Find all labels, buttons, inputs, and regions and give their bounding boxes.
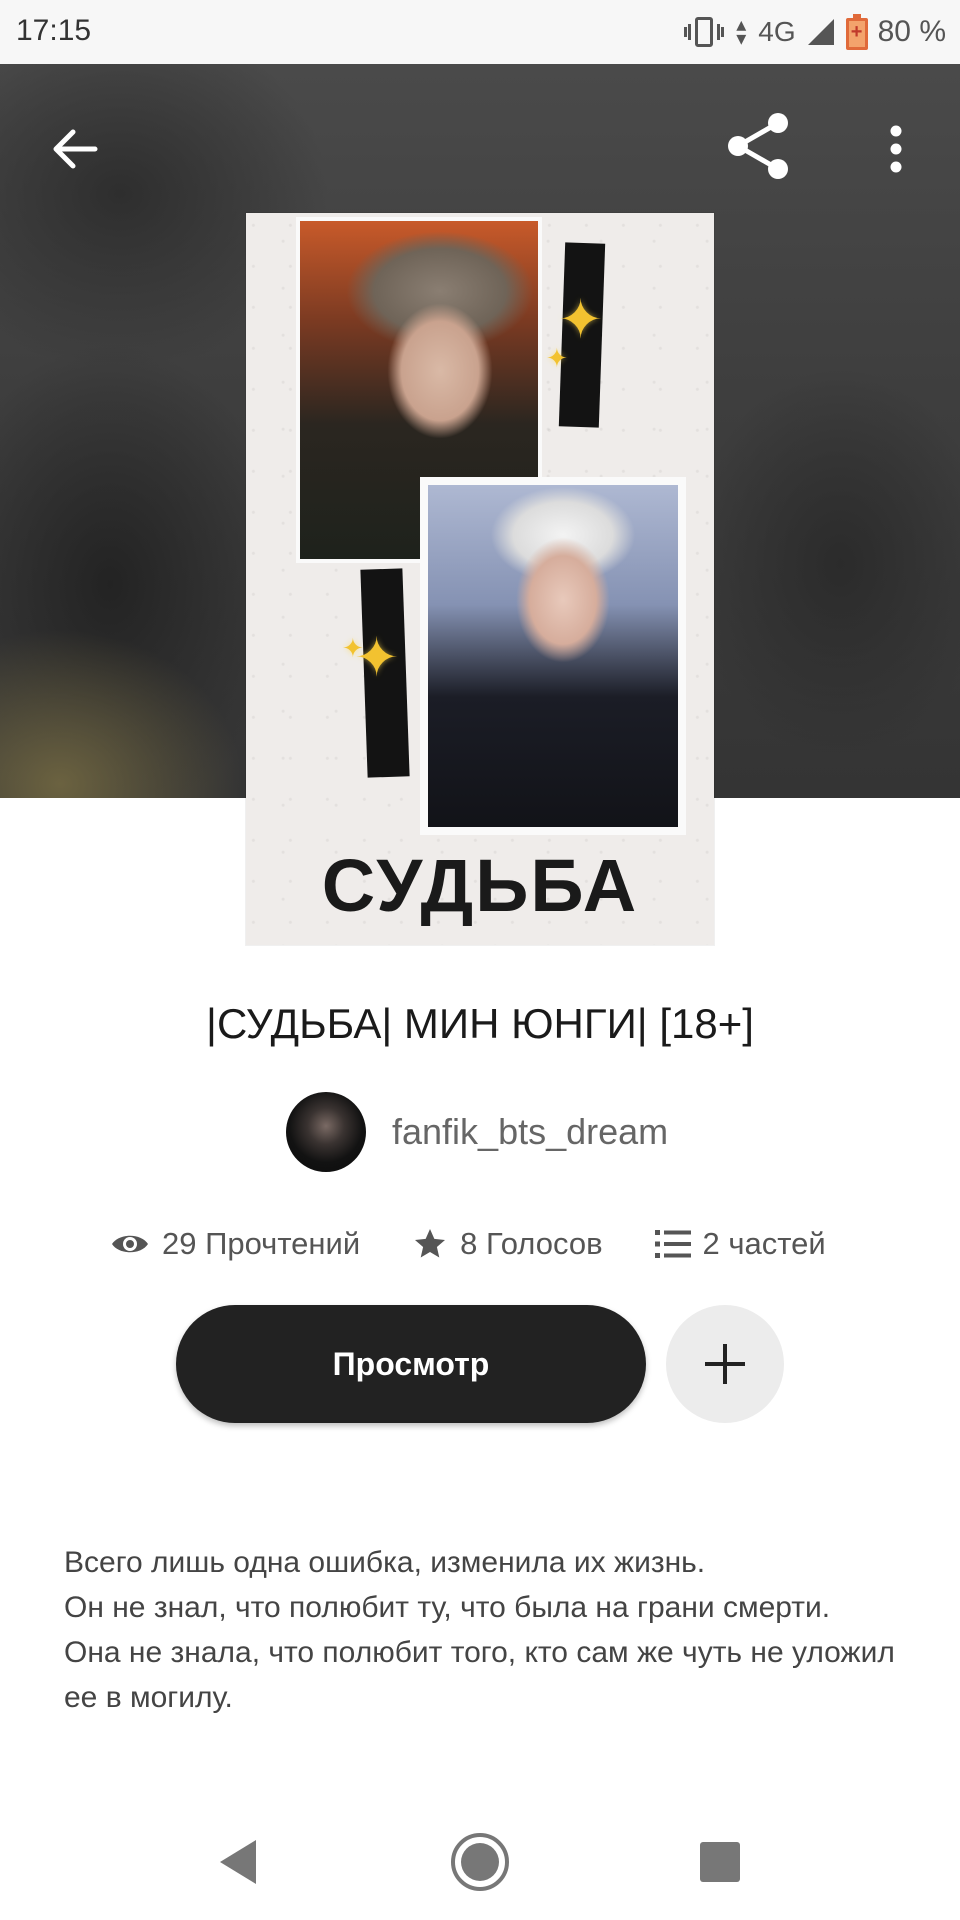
signal-icon [807, 19, 834, 45]
cover-title-text: СУДЬБА [321, 844, 639, 927]
stat-parts: 2 частей [654, 1226, 826, 1262]
reads-count: 29 Прочтений [162, 1226, 361, 1261]
author-avatar[interactable] [286, 1092, 366, 1172]
nav-home-button[interactable] [448, 1830, 512, 1894]
share-button[interactable] [720, 106, 794, 186]
nav-recents-button[interactable] [688, 1830, 752, 1894]
read-button[interactable]: Просмотр [176, 1305, 646, 1423]
star-icon [415, 1229, 446, 1258]
stat-votes: 8 Голосов [412, 1226, 603, 1262]
sparkle-icon: ✦ [342, 633, 364, 663]
description-line: Он не знал, что полюбит ту, что была на … [64, 1591, 831, 1624]
more-vert-icon [890, 125, 902, 173]
battery-icon: + [845, 14, 868, 50]
votes-count: 8 Голосов [460, 1226, 603, 1261]
parts-count: 2 частей [702, 1226, 826, 1261]
arrow-left-icon [53, 129, 98, 169]
nav-recents-icon [700, 1842, 740, 1882]
author-name[interactable]: fanfik_bts_dream [392, 1111, 668, 1153]
back-button[interactable] [40, 114, 110, 184]
author-link[interactable]: fanfik_bts_dream [286, 1092, 668, 1172]
more-options-button[interactable] [868, 114, 924, 184]
sparkle-icon: ✦ [546, 343, 568, 373]
cover-photo-bottom [420, 477, 686, 835]
vibrate-icon [684, 15, 725, 49]
battery-level: 80 % [877, 15, 946, 48]
status-icons: ▴ ▾ 4G + 80 % [684, 10, 946, 54]
nav-back-button[interactable] [206, 1830, 270, 1894]
status-time: 17:15 [16, 14, 92, 47]
description-line: Всего лишь одна ошибка, изменила их жизн… [64, 1546, 706, 1579]
description-line: Она не знала, что полюбит того, кто сам … [64, 1636, 895, 1714]
share-icon [728, 113, 788, 179]
eye-icon [112, 1235, 148, 1253]
network-type: 4G [758, 16, 796, 47]
nav-home-icon [451, 1833, 509, 1891]
nav-back-icon [220, 1840, 256, 1884]
stat-reads: 29 Прочтений [110, 1226, 360, 1262]
list-icon [654, 1230, 691, 1258]
story-description: Всего лишь одна ошибка, изменила их жизн… [64, 1540, 904, 1720]
add-to-library-button[interactable] [666, 1305, 784, 1423]
story-stats: 29 Прочтений 8 Голосов 2 частей [110, 1218, 826, 1270]
plus-icon [705, 1344, 745, 1384]
system-nav-bar [0, 1800, 960, 1920]
data-arrows-icon: ▴ ▾ [736, 14, 747, 50]
story-cover[interactable]: ✦ ✦ ✦ ✦ СУДЬБА [246, 213, 714, 945]
story-title: |СУДЬБА| МИН ЮНГИ| [18+] [206, 1000, 754, 1047]
status-bar: 17:15 ▴ ▾ 4G + 80 % [0, 0, 960, 64]
